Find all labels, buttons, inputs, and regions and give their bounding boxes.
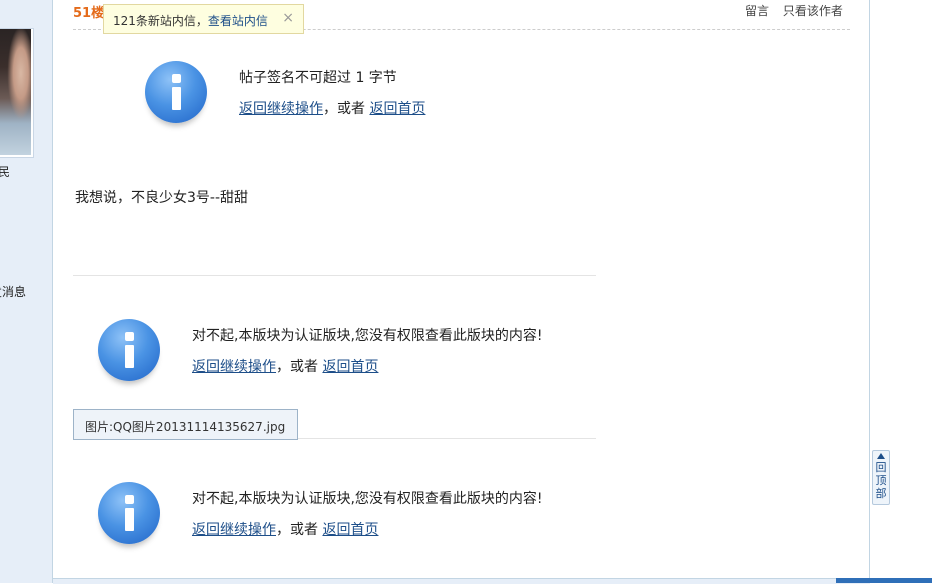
leave-message-link[interactable]: 留言: [745, 4, 769, 18]
back-continue-link[interactable]: 返回继续操作: [192, 522, 276, 538]
content-divider: [298, 438, 596, 439]
message-text: 对不起,本版块为认证版块,您没有权限查看此版块的内容!: [192, 328, 543, 344]
message-notification: 121条新站内信，查看站内信 ×: [103, 4, 304, 34]
info-icon: [98, 482, 160, 544]
back-home-link[interactable]: 返回首页: [322, 359, 378, 375]
notification-text: 121条新站内信，: [113, 14, 208, 28]
bottom-border: [53, 578, 870, 584]
arrow-up-icon: [877, 453, 885, 459]
back-home-link[interactable]: 返回首页: [369, 101, 425, 117]
info-icon: [145, 61, 207, 123]
post-actions: 留言 只看该作者: [745, 2, 843, 19]
content-border: [869, 0, 870, 583]
author-rank: 民: [0, 165, 11, 179]
send-message-link[interactable]: 发消息: [0, 283, 26, 300]
floor-number: 51楼: [73, 6, 105, 21]
message-links: 返回继续操作，或者 返回首页: [192, 519, 378, 539]
back-continue-link[interactable]: 返回继续操作: [192, 359, 276, 375]
close-icon[interactable]: ×: [282, 10, 294, 26]
message-links: 返回继续操作，或者 返回首页: [192, 356, 378, 376]
back-home-link[interactable]: 返回首页: [322, 522, 378, 538]
info-icon: [98, 319, 160, 381]
bottom-accent: [836, 578, 932, 583]
message-links: 返回继续操作，或者 返回首页: [239, 98, 425, 118]
link-separator: ，或者: [323, 101, 370, 117]
message-text: 对不起,本版块为认证版块,您没有权限查看此版块的内容!: [192, 491, 543, 507]
link-separator: ，或者: [276, 522, 323, 538]
author-column: 民 发消息: [0, 0, 53, 583]
back-continue-link[interactable]: 返回继续操作: [239, 101, 323, 117]
post-body: 我想说，不良少女3号--甜甜: [75, 190, 249, 206]
view-messages-link[interactable]: 查看站内信: [208, 14, 268, 28]
message-text: 帖子签名不可超过 1 字节: [239, 70, 397, 86]
avatar[interactable]: [0, 28, 34, 158]
totop-char: 顶: [875, 474, 887, 487]
back-to-top-button[interactable]: 回 顶 部: [872, 450, 890, 505]
link-separator: ，或者: [276, 359, 323, 375]
avatar-image: [0, 29, 31, 155]
content-divider: [73, 275, 596, 276]
image-caption[interactable]: 图片:QQ图片20131114135627.jpg: [73, 409, 298, 440]
only-author-link[interactable]: 只看该作者: [783, 4, 843, 18]
totop-char: 部: [875, 487, 887, 500]
totop-char: 回: [875, 461, 887, 474]
